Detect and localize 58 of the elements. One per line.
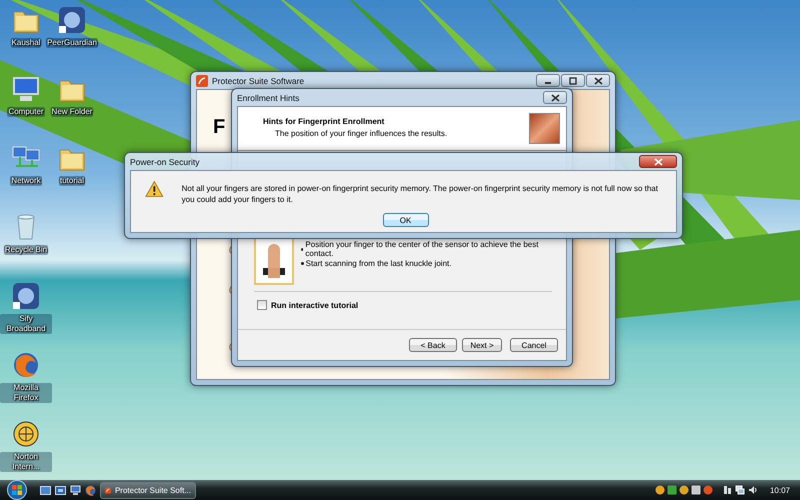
close-icon (550, 94, 560, 102)
ok-button[interactable]: OK (382, 213, 428, 227)
start-button[interactable] (6, 480, 28, 500)
desktop-icon[interactable] (40, 484, 51, 496)
app-logo-icon (196, 74, 208, 86)
app-logo-icon (105, 484, 111, 496)
desktop-icon-label[interactable]: PeerGuardian (46, 38, 98, 48)
browser-globe-icon[interactable] (85, 484, 96, 496)
volume-icon[interactable] (748, 485, 758, 495)
hint-bullet: Position your finger to the center of the sensor to achieve the best contact. (305, 240, 540, 258)
close-button[interactable] (639, 155, 677, 168)
maximize-button[interactable] (561, 74, 585, 87)
tray-icon[interactable] (702, 485, 713, 495)
app-shortcut-icon[interactable] (10, 280, 42, 312)
taskbar-button[interactable]: Protector Suite Soft... (100, 482, 196, 498)
window-title: Protector Suite Software (212, 76, 306, 86)
close-button[interactable] (543, 91, 567, 104)
clock[interactable]: 10:07 (770, 486, 790, 494)
photo-placeholder (529, 113, 560, 144)
close-icon (594, 76, 602, 84)
desktop-icon-label[interactable]: Network (10, 176, 42, 186)
checkbox-label[interactable]: Run interactive tutorial (271, 300, 358, 310)
network-status-icon[interactable] (722, 485, 732, 495)
header-subtitle: The position of your finger influences the results. (274, 129, 448, 138)
dialog-button[interactable]: Cancel (510, 338, 558, 352)
desktop-icon-label[interactable]: Sify Broadband (0, 314, 52, 334)
desktop-icon-label[interactable]: Kaushal (10, 38, 42, 48)
window-title: Power-on Security (130, 156, 200, 166)
desktop-icon-label[interactable]: New Folder (50, 107, 94, 117)
close-button[interactable] (586, 74, 610, 87)
tray-icon[interactable] (690, 485, 701, 495)
bullet-dot-icon (300, 248, 304, 250)
tray-icon[interactable] (666, 485, 677, 495)
monitors-icon[interactable] (734, 485, 745, 495)
checkbox[interactable] (257, 300, 267, 310)
app-shortcut-icon[interactable] (56, 4, 88, 36)
tray-icon[interactable] (678, 485, 689, 495)
alert-message: Not all your fingers are stored in power-on fingerprint security memory. The power-on fingerprint security memory is not full now so that you could add your fingers to it. (182, 183, 659, 205)
hint-bullet: Start scanning from the last knuckle joint. (306, 259, 452, 268)
window-switch-icon[interactable] (55, 484, 66, 496)
bullet-dot-icon (300, 262, 304, 265)
minimize-button[interactable] (536, 74, 560, 87)
dialog-button[interactable]: Next > (462, 338, 502, 352)
desktop-icon-label[interactable]: tutorial (58, 176, 85, 186)
dialog-button[interactable]: < Back (409, 338, 457, 352)
tray-icon[interactable] (654, 485, 665, 495)
computer-icon[interactable] (70, 484, 81, 496)
window-title: Enrollment Hints (237, 92, 300, 102)
desktop-icon-label[interactable]: Norton Intern... (0, 452, 52, 472)
maximize-icon (569, 76, 577, 84)
page-heading: F (213, 116, 226, 139)
taskbar-button-label: Protector Suite Soft... (114, 486, 191, 494)
finger-icon (262, 242, 285, 280)
warning-icon (145, 180, 164, 198)
desktop-icon-label[interactable]: Computer (7, 107, 45, 117)
header-title: Hints for Fingerprint Enrollment (263, 117, 386, 126)
desktop-icon-label[interactable]: Mozilla Firefox (0, 383, 52, 403)
close-icon (654, 158, 662, 166)
